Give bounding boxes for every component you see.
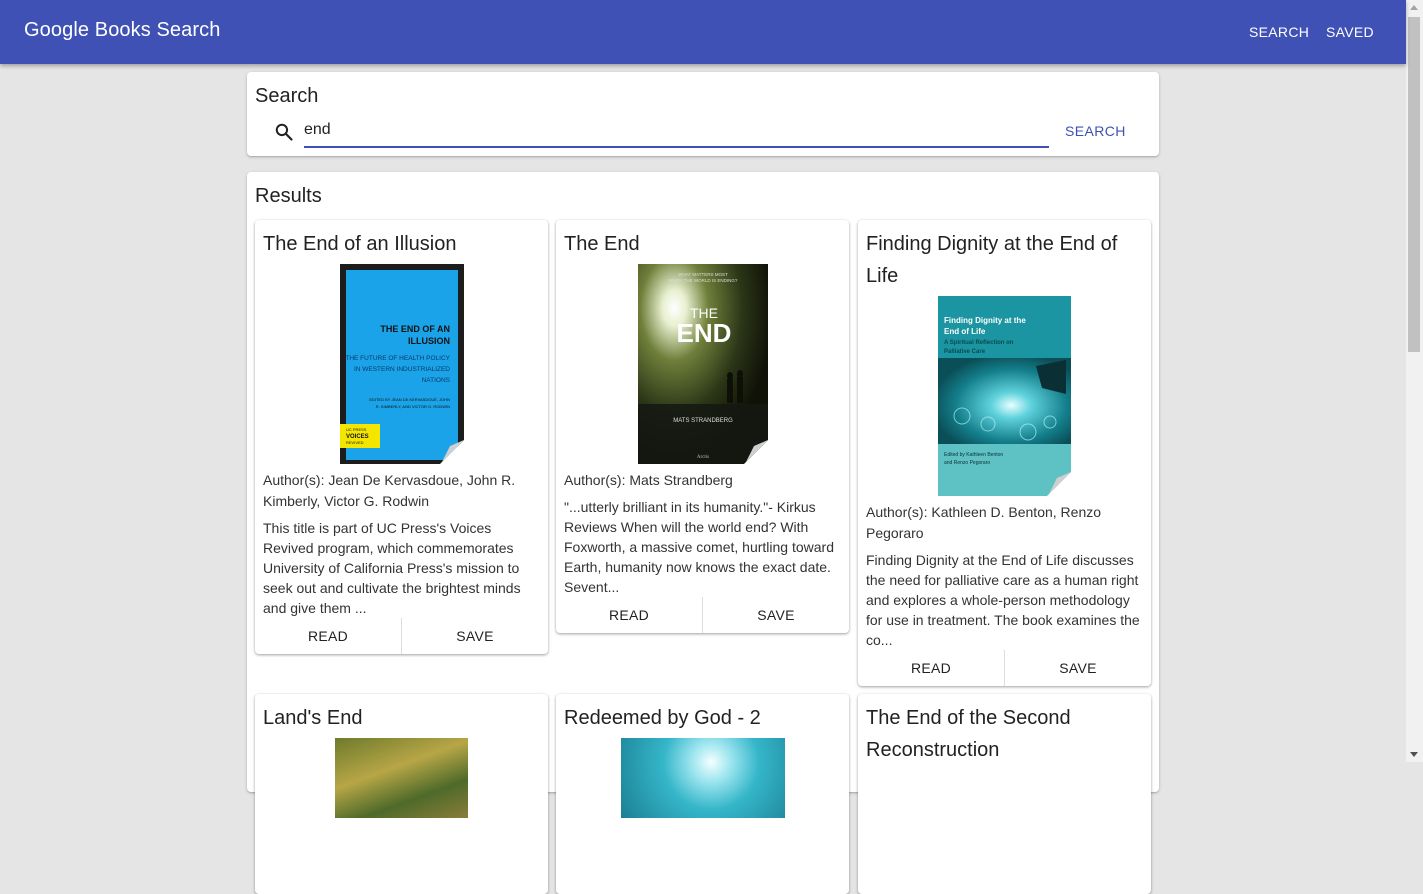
app-bar: Google Books Search SEARCH SAVED: [0, 0, 1406, 64]
svg-text:R. KIMBERLY, AND VICTOR G. ROD: R. KIMBERLY, AND VICTOR G. RODWIN: [375, 404, 449, 409]
card-actions: READ SAVE: [556, 597, 849, 633]
book-description: Finding Dignity at the End of Life discu…: [866, 552, 1140, 648]
book-card: Land's End: [255, 694, 548, 894]
scrollbar-thumb[interactable]: [1408, 17, 1420, 352]
svg-text:THE FUTURE OF HEALTH POLICY: THE FUTURE OF HEALTH POLICY: [345, 355, 450, 362]
app-title: Google Books Search: [24, 19, 221, 41]
book-title: Land's End: [263, 707, 363, 729]
svg-text:End of Life: End of Life: [944, 327, 986, 336]
svg-text:REVIVED: REVIVED: [346, 440, 364, 445]
book-title: Redeemed by God - 2: [564, 707, 761, 729]
nav-search-link[interactable]: SEARCH: [1249, 24, 1309, 40]
book-title: The End of the Second Reconstruction: [866, 707, 1071, 761]
book-title: The End of an Illusion: [263, 233, 457, 255]
read-button[interactable]: READ: [858, 650, 1004, 686]
svg-text:EDITED BY JEAN DE KERVASDOUÉ,: EDITED BY JEAN DE KERVASDOUÉ, JOHN: [369, 397, 450, 402]
results-heading: Results: [255, 185, 322, 207]
read-button[interactable]: READ: [255, 618, 401, 654]
book-title: Finding Dignity at the End of Life: [866, 233, 1118, 287]
book-cover-image: [335, 738, 468, 818]
search-icon: [275, 123, 293, 141]
svg-text:Palliative Care: Palliative Care: [944, 349, 986, 355]
svg-text:ILLUSION: ILLUSION: [408, 336, 450, 346]
scroll-up-arrow-icon[interactable]: [1410, 5, 1418, 10]
svg-text:END: END: [676, 318, 731, 348]
save-button[interactable]: SAVE: [702, 597, 849, 633]
book-authors: Author(s): Mats Strandberg: [564, 472, 733, 488]
book-authors: Author(s): Jean De Kervasdoue, John R. K…: [263, 472, 516, 509]
svg-text:UC PRESS: UC PRESS: [346, 427, 367, 432]
book-cover-image: THE END OF AN ILLUSION THE FUTURE OF HEA…: [339, 264, 464, 464]
book-cover-image: [620, 738, 785, 818]
book-cover-image: Finding Dignity at the End of Life A Spi…: [938, 296, 1071, 496]
book-card: Finding Dignity at the End of Life Findi…: [858, 220, 1151, 686]
book-title: The End: [564, 233, 640, 255]
search-panel: Search SEARCH: [247, 72, 1159, 156]
book-card: The End WHAT MATTERS MOST WHEN THE WORLD…: [556, 220, 849, 633]
nav-saved-link[interactable]: SAVED: [1326, 24, 1374, 40]
search-input[interactable]: [304, 114, 1049, 148]
svg-text:Finding Dignity at the: Finding Dignity at the: [944, 316, 1026, 325]
svg-text:A Spiritual Reflection on: A Spiritual Reflection on: [944, 340, 1014, 346]
book-authors: Author(s): Kathleen D. Benton, Renzo Peg…: [866, 504, 1102, 541]
book-card: The End of the Second Reconstruction: [858, 694, 1151, 894]
svg-text:and Renzo Pegoraro: and Renzo Pegoraro: [944, 460, 990, 466]
results-panel: Results The End of an Illusion THE END O…: [247, 172, 1159, 894]
svg-text:WHAT MATTERS MOST: WHAT MATTERS MOST: [678, 272, 728, 277]
save-button[interactable]: SAVE: [401, 618, 548, 654]
svg-text:MATS STRANDBERG: MATS STRANDBERG: [673, 418, 733, 424]
card-actions: READ SAVE: [858, 650, 1151, 686]
svg-text:IN WESTERN INDUSTRIALIZED: IN WESTERN INDUSTRIALIZED: [353, 366, 449, 373]
card-actions: READ SAVE: [255, 618, 548, 654]
book-cover-image: WHAT MATTERS MOST WHEN THE WORLD IS ENDI…: [637, 264, 768, 464]
svg-text:NATIONS: NATIONS: [421, 377, 450, 384]
svg-text:WHEN THE WORLD IS ENDING?: WHEN THE WORLD IS ENDING?: [668, 278, 737, 283]
save-button[interactable]: SAVE: [1004, 650, 1151, 686]
svg-text:THE END OF AN: THE END OF AN: [380, 324, 450, 334]
read-button[interactable]: READ: [556, 597, 702, 633]
svg-text:Arctis: Arctis: [696, 455, 708, 460]
book-description: This title is part of UC Press's Voices …: [263, 520, 521, 616]
search-button[interactable]: SEARCH: [1065, 123, 1126, 139]
scroll-down-arrow-icon[interactable]: [1410, 752, 1418, 757]
book-card: The End of an Illusion THE END OF AN ILL…: [255, 220, 548, 654]
book-description: "...utterly brilliant in its humanity."-…: [564, 499, 834, 595]
search-heading: Search: [255, 85, 319, 107]
book-card: Redeemed by God - 2: [556, 694, 849, 894]
svg-text:Edited by Kathleen Benton: Edited by Kathleen Benton: [944, 452, 1003, 458]
page-scrollbar[interactable]: [1406, 0, 1423, 762]
